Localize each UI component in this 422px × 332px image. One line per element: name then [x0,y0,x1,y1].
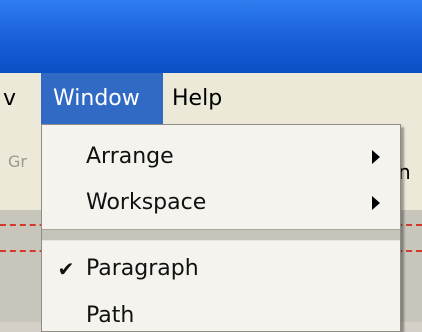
menu-view[interactable]: v [0,73,16,124]
submenu-arrow-icon [372,196,380,210]
menu-item-label: Paragraph [86,256,199,281]
menubar: v Window Help [0,73,422,125]
menu-help[interactable]: Help [172,73,222,124]
menu-item-path[interactable]: Path [42,290,400,331]
menu-item-workspace[interactable]: Workspace [42,183,400,223]
menu-item-arrange[interactable]: Arrange [42,137,400,177]
menu-item-label: Workspace [86,190,207,215]
toolbar-fragment-left: Gr [8,152,27,171]
window-titlebar [0,0,422,73]
menu-window[interactable]: Window [41,73,163,124]
menu-separator [42,229,400,241]
submenu-arrow-icon [372,150,380,164]
menu-item-paragraph[interactable]: ✔ Paragraph [42,249,400,289]
checkmark-icon: ✔ [57,257,75,281]
menu-item-label: Arrange [86,144,174,169]
window-menu-dropdown: Arrange Workspace ✔ Paragraph Path [41,124,401,332]
menu-item-label: Path [86,303,135,328]
